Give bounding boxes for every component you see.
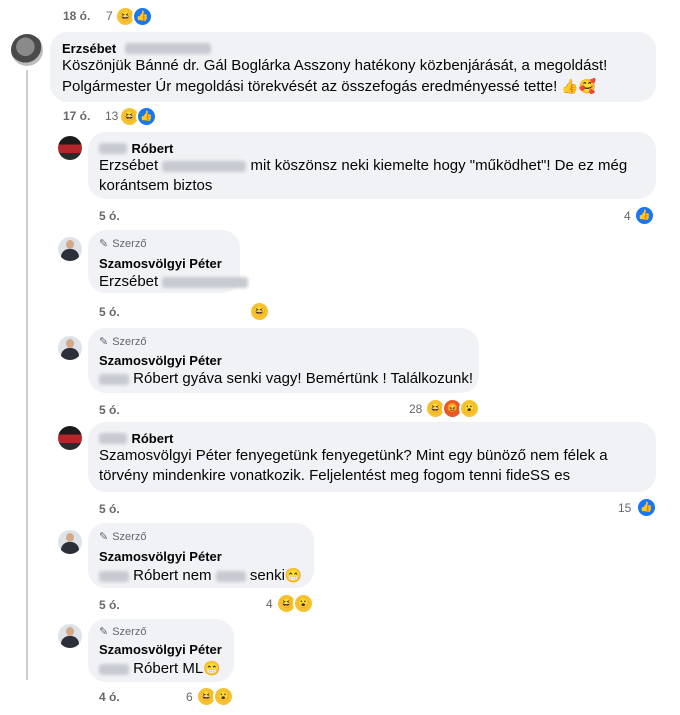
reaction-count: 15 bbox=[618, 501, 632, 515]
comment-time[interactable]: 5 ó. bbox=[99, 403, 120, 417]
wow-icon: 😮 bbox=[213, 686, 234, 707]
comment-text: Erzsébet mit köszönsz neki kiemelte hogy… bbox=[99, 157, 628, 194]
like-icon: 👍 bbox=[634, 205, 655, 226]
comment-7-reactions[interactable]: 6 😆 😮 bbox=[186, 686, 236, 707]
comment-time[interactable]: 5 ó. bbox=[99, 305, 120, 319]
comment-author[interactable]: Szamosvölgyi Péter bbox=[99, 353, 222, 368]
redacted-name bbox=[99, 433, 127, 445]
like-icon: 👍 bbox=[132, 6, 153, 27]
comment-bubble: Róbert Szamosvölgyi Péter fenyegetünk fe… bbox=[88, 422, 656, 492]
comment-4-reactions[interactable]: 28 😆 😡 😮 bbox=[409, 398, 480, 419]
comment-bubble: ✎ Szerző Szamosvölgyi Péter Erzsébet bbox=[88, 230, 249, 293]
redacted-name bbox=[99, 663, 129, 675]
comment-bubble: Róbert Erzsébet mit köszönsz neki kiemel… bbox=[88, 132, 656, 199]
avatar[interactable] bbox=[58, 237, 82, 261]
comment-1-footer: 17 ó. 13 😆 👍 bbox=[63, 106, 163, 127]
emoji: 👍🥰 bbox=[561, 78, 597, 94]
comment-author[interactable]: Róbert bbox=[131, 141, 173, 156]
redacted-name bbox=[162, 276, 249, 288]
avatar[interactable] bbox=[58, 530, 82, 554]
pencil-icon: ✎ bbox=[99, 238, 109, 250]
comment-time[interactable]: 5 ó. bbox=[99, 598, 120, 612]
reactions[interactable]: 😆 👍 bbox=[119, 106, 157, 127]
comment-author[interactable]: Róbert bbox=[131, 431, 173, 446]
reaction-count: 4 bbox=[624, 209, 631, 223]
comment-text: Erzsébet bbox=[99, 272, 249, 292]
author-badge: ✎ Szerző bbox=[99, 237, 147, 251]
comment-text: Köszönjük Bánné dr. Gál Boglárka Asszony… bbox=[62, 57, 608, 95]
comment-time[interactable]: 4 ó. bbox=[99, 690, 120, 704]
comment-time[interactable]: 5 ó. bbox=[99, 209, 120, 223]
author-badge: ✎ Szerző bbox=[99, 335, 147, 349]
comment-text: Szamosvölgyi Péter fenyegetünk fenyegetü… bbox=[99, 447, 608, 484]
avatar[interactable] bbox=[11, 34, 43, 66]
redacted-name bbox=[99, 143, 127, 155]
emoji: 😁 bbox=[203, 660, 221, 676]
comment-text: Róbert gyáva senki vagy! Bemértünk ! Tal… bbox=[99, 369, 473, 389]
comment-6-reactions[interactable]: 4 😆 😮 bbox=[266, 593, 316, 614]
author-badge: ✎ Szerző bbox=[99, 530, 147, 544]
comment-0-footer: 18 ó. 7 😆 👍 bbox=[63, 6, 183, 27]
avatar[interactable] bbox=[58, 426, 82, 450]
reaction-count: 4 bbox=[266, 597, 273, 611]
comment-time[interactable]: 18 ó. bbox=[63, 9, 90, 23]
comment-5-reactions[interactable]: 15 👍 bbox=[618, 497, 658, 518]
reaction-count: 28 bbox=[409, 402, 423, 416]
comment-time[interactable]: 5 ó. bbox=[99, 502, 120, 516]
comment-2-reactions[interactable]: 4 👍 bbox=[622, 205, 656, 226]
redacted-name bbox=[162, 160, 247, 172]
comment-author[interactable]: Szamosvölgyi Péter bbox=[99, 549, 222, 564]
comment-3-reactions[interactable]: 😆 bbox=[249, 301, 270, 322]
comment-bubble: ✎ Szerző Szamosvölgyi Péter Róbert nem se… bbox=[88, 523, 314, 588]
redacted-word bbox=[215, 570, 246, 582]
like-icon: 👍 bbox=[136, 106, 157, 127]
reaction-count: 6 bbox=[186, 690, 193, 704]
comment-text: Róbert ML😁 bbox=[99, 658, 221, 679]
comment-author[interactable]: Szamosvölgyi Péter bbox=[99, 642, 222, 657]
comment-bubble: Erzsébet Köszönjük Bánné dr. Gál Boglárk… bbox=[50, 32, 656, 102]
avatar[interactable] bbox=[58, 624, 82, 648]
redacted-name bbox=[99, 570, 129, 582]
comment-text: Róbert nem senki😁 bbox=[99, 565, 302, 586]
redacted-name bbox=[99, 373, 129, 385]
wow-icon: 😮 bbox=[459, 398, 480, 419]
comment-author[interactable]: Erzsébet bbox=[62, 41, 116, 56]
comment-time[interactable]: 17 ó. bbox=[63, 109, 90, 123]
redacted-name bbox=[124, 43, 211, 55]
wow-icon: 😮 bbox=[293, 593, 314, 614]
comment-author[interactable]: Szamosvölgyi Péter bbox=[99, 256, 222, 271]
reaction-count[interactable]: 7 bbox=[106, 9, 113, 23]
haha-icon: 😆 bbox=[249, 301, 270, 322]
reactions[interactable]: 😆 👍 bbox=[115, 6, 153, 27]
avatar[interactable] bbox=[58, 336, 82, 360]
pencil-icon: ✎ bbox=[99, 626, 109, 638]
thread-line bbox=[26, 70, 28, 680]
author-badge: ✎ Szerző bbox=[99, 625, 147, 639]
comment-bubble: ✎ Szerző Szamosvölgyi Péter Róbert ML😁 bbox=[88, 619, 234, 682]
like-icon: 👍 bbox=[636, 497, 657, 518]
emoji: 😁 bbox=[284, 567, 303, 583]
pencil-icon: ✎ bbox=[99, 531, 109, 543]
comment-bubble: ✎ Szerző Szamosvölgyi Péter Róbert gyáva … bbox=[88, 328, 479, 393]
reaction-count[interactable]: 13 bbox=[105, 109, 118, 123]
pencil-icon: ✎ bbox=[99, 336, 109, 348]
avatar[interactable] bbox=[58, 136, 82, 160]
